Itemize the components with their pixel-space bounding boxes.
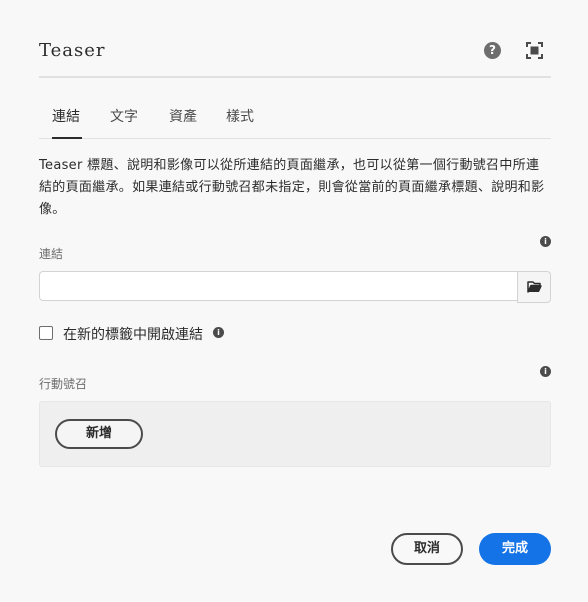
tab-text[interactable]: 文字	[110, 106, 138, 126]
tab-styles[interactable]: 樣式	[226, 106, 254, 126]
cta-panel: 新增	[39, 401, 551, 467]
question-circle-icon[interactable]: ?	[484, 42, 501, 59]
tab-list: 連結 文字 資產 樣式	[39, 96, 551, 139]
new-tab-info-icon[interactable]: i	[213, 327, 224, 338]
dialog-title: Teaser	[39, 40, 106, 61]
link-input[interactable]	[39, 271, 517, 301]
active-tab-indicator	[52, 137, 82, 139]
browse-button[interactable]	[517, 271, 551, 303]
tab-link[interactable]: 連結	[52, 106, 80, 126]
link-info-icon[interactable]: i	[540, 236, 551, 247]
description-text: Teaser 標題、說明和影像可以從所連結的頁面繼承，也可以從第一個行動號召中所…	[39, 158, 545, 217]
done-button[interactable]: 完成	[479, 533, 551, 565]
folder-open-icon	[527, 281, 542, 293]
link-input-group	[39, 271, 551, 303]
cta-info-icon[interactable]: i	[540, 366, 551, 377]
tab-assets[interactable]: 資產	[169, 106, 197, 126]
new-tab-checkbox-label[interactable]: 在新的標籤中開啟連結	[63, 324, 203, 344]
cta-label: 行動號召	[39, 377, 88, 391]
cancel-button[interactable]: 取消	[391, 533, 463, 565]
fullscreen-icon[interactable]	[526, 42, 543, 59]
teaser-dialog: Teaser ? 連結 文字 資產 樣式 Teaser 標題、說明和影像可以從所…	[0, 0, 588, 602]
add-cta-button[interactable]: 新增	[55, 419, 143, 449]
new-tab-checkbox[interactable]	[39, 326, 53, 340]
link-field-label: 連結	[39, 247, 64, 261]
dialog-header: Teaser ?	[39, 36, 551, 78]
new-tab-checkbox-row: 在新的標籤中開啟連結	[39, 323, 339, 343]
